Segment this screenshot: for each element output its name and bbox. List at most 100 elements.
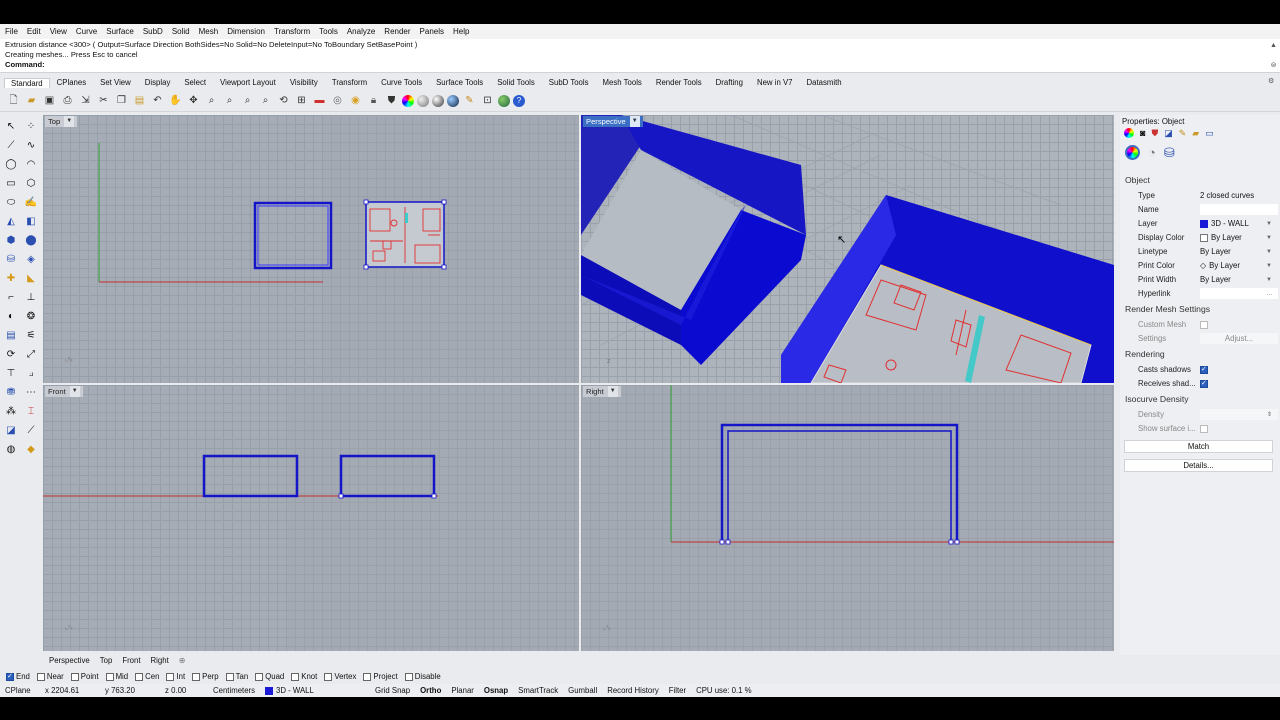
menu-view[interactable]: View <box>50 27 67 36</box>
copy-icon[interactable]: ❐ <box>114 93 129 108</box>
pan-icon[interactable]: ✋ <box>168 93 183 108</box>
arc-icon[interactable]: ◠ <box>23 157 39 173</box>
checkbox[interactable] <box>363 672 372 681</box>
globe-icon[interactable] <box>498 94 510 107</box>
undo-view-icon[interactable]: ⟲ <box>276 93 291 108</box>
zoom-icon[interactable]: ⌕ <box>204 93 219 108</box>
checkbox[interactable] <box>166 672 175 681</box>
status-units[interactable]: Centimeters <box>208 686 260 695</box>
shield-icon[interactable]: ⛊ <box>1151 128 1158 139</box>
save-icon[interactable]: ▣ <box>42 93 57 108</box>
paint-icon[interactable]: ✎ <box>462 93 477 108</box>
osnap-quad[interactable]: Quad <box>255 672 284 681</box>
osnap-near[interactable]: Near <box>36 672 64 681</box>
mirror-icon[interactable]: ⟓ <box>23 366 39 382</box>
menu-curve[interactable]: Curve <box>76 27 97 36</box>
chevron-down-icon[interactable]: ▼ <box>1266 263 1272 269</box>
cube-icon[interactable]: ◪ <box>1164 128 1173 139</box>
name-input[interactable] <box>1200 204 1278 215</box>
vptab-top[interactable]: Top <box>100 656 113 665</box>
checkbox[interactable] <box>6 672 14 681</box>
array-icon[interactable]: ⊤ <box>3 366 19 382</box>
grid-icon[interactable]: ⊡ <box>480 93 495 108</box>
rectangle-icon[interactable]: ▭ <box>3 176 19 192</box>
box-icon[interactable]: ⬢ <box>3 233 19 249</box>
viewport-top[interactable]: Top ▼ ⌞ʸₓ <box>43 115 579 383</box>
explode-icon[interactable]: ❂ <box>23 309 39 325</box>
material-icon[interactable]: ◆ <box>23 442 39 458</box>
checkbox[interactable] <box>135 672 144 681</box>
status-layer[interactable]: 3D - WALL <box>260 686 370 695</box>
light-icon[interactable]: ◉ <box>348 93 363 108</box>
viewport-right[interactable]: Right ▼ ⌞ᶻᵧ <box>581 385 1114 651</box>
status-cplane[interactable]: CPlane <box>0 686 40 695</box>
render-tool-icon[interactable]: ◍ <box>3 442 19 458</box>
osnap-vertex[interactable]: Vertex <box>324 672 356 681</box>
osnap-tan[interactable]: Tan <box>225 672 248 681</box>
folder-icon[interactable]: ▰ <box>1192 128 1199 139</box>
shaded-sphere-icon[interactable] <box>432 94 444 107</box>
menu-mesh[interactable]: Mesh <box>199 27 219 36</box>
new-icon[interactable]: 🗋 <box>6 93 21 108</box>
tab-mesh-tools[interactable]: Mesh Tools <box>596 78 649 87</box>
four-viewports-icon[interactable]: ⊞ <box>294 93 309 108</box>
circle-icon[interactable]: ◯ <box>3 157 19 173</box>
copy-tool-icon[interactable]: ⚟ <box>23 328 39 344</box>
undo-icon[interactable]: ↶ <box>150 93 165 108</box>
chevron-down-icon[interactable]: ▼ <box>1266 277 1272 283</box>
match-button[interactable]: Match <box>1124 440 1273 453</box>
polyline-icon[interactable]: ⟋ <box>3 138 19 154</box>
osnap-cen[interactable]: Cen <box>135 672 159 681</box>
status-gumball[interactable]: Gumball <box>563 686 602 695</box>
tab-solid-tools[interactable]: Solid Tools <box>490 78 542 87</box>
zoom-extents-icon[interactable]: ⌕ <box>240 93 255 108</box>
analyze-icon[interactable]: ⁂ <box>3 404 19 420</box>
move-icon[interactable]: ▤ <box>3 328 19 344</box>
status-grid-snap[interactable]: Grid Snap <box>370 686 415 695</box>
tab-standard[interactable]: Standard <box>4 77 50 88</box>
car-icon[interactable]: ▬ <box>312 93 327 108</box>
menu-solid[interactable]: Solid <box>172 27 190 36</box>
chevron-down-icon[interactable]: ▼ <box>1266 249 1272 255</box>
osnap-disable[interactable]: Disable <box>404 672 441 681</box>
checkbox[interactable] <box>70 672 79 681</box>
menu-surface[interactable]: Surface <box>106 27 134 36</box>
osnap-int[interactable]: Int <box>166 672 185 681</box>
paste-icon[interactable]: ▤ <box>132 93 147 108</box>
help-icon[interactable]: ? <box>513 94 525 107</box>
tabs-settings-icon[interactable]: ⚙ <box>1268 77 1274 85</box>
zoom-selected-icon[interactable]: ⌕ <box>258 93 273 108</box>
chevron-down-icon[interactable]: ▼ <box>69 386 80 397</box>
chevron-down-icon[interactable]: ▼ <box>64 116 75 127</box>
status-osnap[interactable]: Osnap <box>479 686 513 695</box>
scroll-up-icon[interactable]: ▲ <box>1269 41 1278 50</box>
color-wheel-icon[interactable] <box>1124 128 1134 138</box>
tab-set-view[interactable]: Set View <box>93 78 138 87</box>
tab-select[interactable]: Select <box>177 78 213 87</box>
vptab-right[interactable]: Right <box>151 656 169 665</box>
checkbox[interactable] <box>255 672 264 681</box>
layer-tool-icon[interactable]: ⟋ <box>23 423 39 439</box>
select-arrow-icon[interactable]: ↖ <box>3 119 19 135</box>
show-surface-checkbox[interactable] <box>1200 424 1208 433</box>
shield-icon[interactable]: ⛊ <box>384 93 399 108</box>
adjust-button[interactable]: Adjust... <box>1200 333 1278 344</box>
menu-help[interactable]: Help <box>453 27 469 36</box>
prop-layer[interactable]: Layer 3D - WALL ▼ <box>1138 217 1278 230</box>
render-sphere-icon[interactable] <box>447 94 459 107</box>
tab-curve-tools[interactable]: Curve Tools <box>374 78 429 87</box>
checkbox[interactable] <box>404 672 413 681</box>
osnap-end[interactable]: End <box>6 672 30 681</box>
monitor-icon[interactable]: ▭ <box>1205 128 1214 139</box>
details-button[interactable]: Details... <box>1124 459 1273 472</box>
spinner-icon[interactable]: ⇕ <box>1267 411 1272 418</box>
open-icon[interactable]: ▰ <box>24 93 39 108</box>
tab-surface-tools[interactable]: Surface Tools <box>429 78 490 87</box>
status-smarttrack[interactable]: SmartTrack <box>513 686 563 695</box>
join-icon[interactable]: ◐ <box>3 309 19 325</box>
rotate-tool-icon[interactable]: ⟳ <box>3 347 19 363</box>
osnap-project[interactable]: Project <box>363 672 398 681</box>
curve-props-icon[interactable]: ◔ <box>1148 145 1156 161</box>
cut-icon[interactable]: ✂ <box>96 93 111 108</box>
rotate-view-icon[interactable]: ✥ <box>186 93 201 108</box>
